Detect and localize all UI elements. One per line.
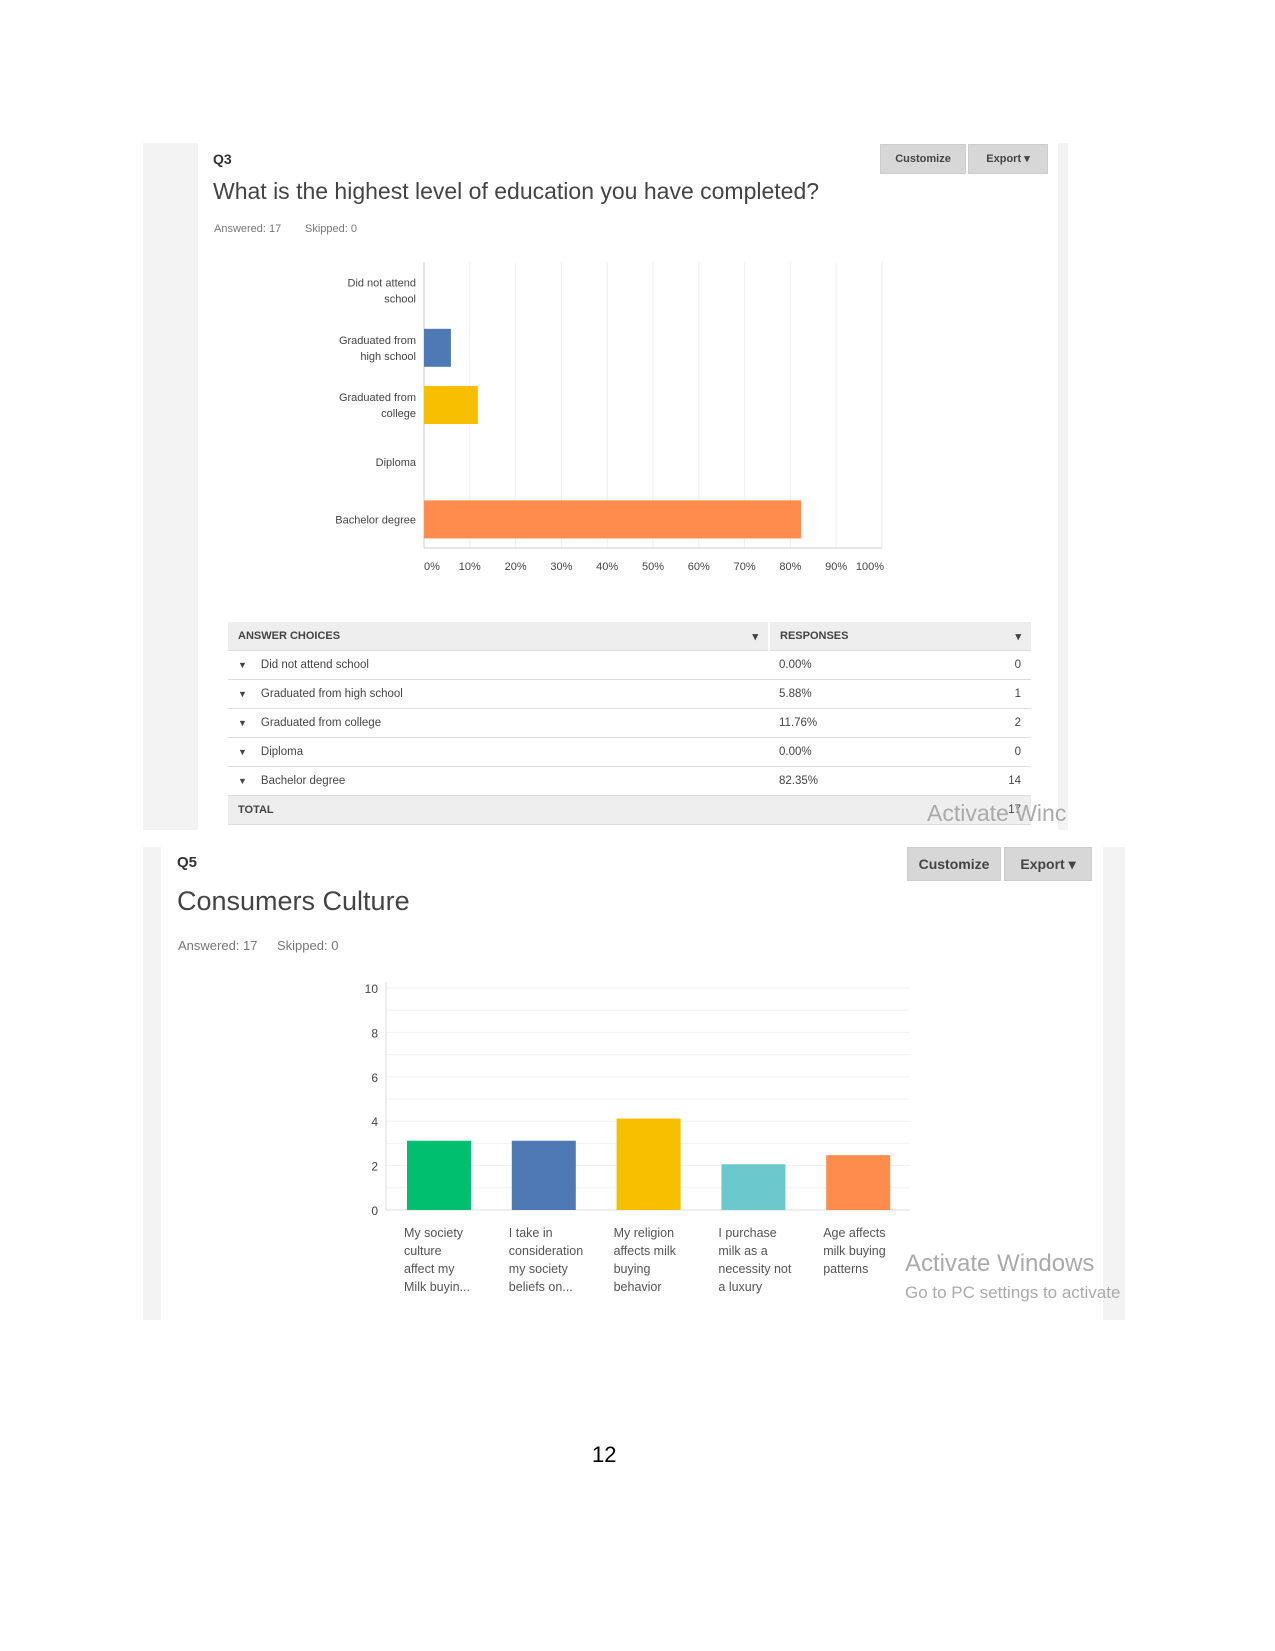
x-tick-label: 100% — [856, 561, 884, 573]
bar — [616, 1118, 681, 1210]
caret-down-icon: ▾ — [1015, 630, 1021, 643]
col-answer-choices[interactable]: ANSWER CHOICES ▾ — [228, 622, 770, 651]
bar — [826, 1155, 891, 1210]
category-label: Graduated from — [339, 392, 416, 404]
question-number: Q5 — [177, 854, 198, 871]
x-tick-label: 30% — [550, 561, 572, 573]
education-bar-chart: 0% 10% 20% 30% 40% 50% 60% 70% 80% 90% 100% Did not… — [335, 262, 884, 573]
bar — [424, 386, 478, 424]
response-count: 14 — [937, 766, 1031, 796]
answer-choice[interactable]: ▼ Diploma — [228, 737, 769, 767]
category-label: milk buying — [823, 1244, 886, 1258]
category-label: I purchase — [718, 1226, 776, 1240]
response-percent: 82.35% — [769, 766, 938, 796]
activate-watermark: Activate Windows — [905, 1250, 1095, 1277]
response-count: 0 — [937, 650, 1031, 680]
category-label: My religion — [614, 1226, 674, 1240]
category-label: milk as a — [718, 1244, 767, 1258]
category-label: I take in — [509, 1226, 553, 1240]
category-label: Graduated from — [339, 335, 416, 347]
category-label: affects milk — [614, 1244, 677, 1258]
export-button[interactable]: Export ▾ — [1004, 847, 1092, 881]
activate-watermark-sub: Go to PC settings to activate — [905, 1283, 1121, 1302]
x-tick-label: 80% — [779, 561, 801, 573]
bar — [721, 1164, 786, 1210]
table-row: ▼ Graduated from high school 5.88% 1 — [228, 679, 1031, 709]
category-label: affect my — [404, 1262, 455, 1276]
category-label: behavior — [614, 1280, 662, 1294]
document-page: Q3 Customize Export ▾ What is the highes… — [0, 0, 1275, 1651]
question-title: Consumers Culture — [177, 886, 410, 916]
x-tick-label: 10% — [459, 561, 481, 573]
category-label: buying — [614, 1262, 651, 1276]
caret-down-icon[interactable]: ▼ — [238, 660, 247, 670]
answer-choice[interactable]: ▼ Did not attend school — [228, 650, 769, 680]
y-tick-label: 4 — [371, 1115, 378, 1129]
col-responses[interactable]: RESPONSES ▾ — [769, 622, 1031, 651]
bar — [424, 500, 802, 539]
customize-button[interactable]: Customize — [907, 847, 1001, 881]
category-label: a luxury — [718, 1280, 763, 1294]
export-label: Export — [1020, 856, 1065, 872]
category-label: Age affects — [823, 1226, 885, 1240]
response-percent: 5.88% — [769, 679, 938, 709]
bar — [407, 1140, 471, 1210]
caret-down-icon[interactable]: ▼ — [238, 718, 247, 728]
caret-down-icon: ▾ — [752, 630, 758, 643]
response-percent: 0.00% — [769, 737, 938, 767]
category-label: high school — [360, 351, 416, 363]
x-tick-label: 70% — [734, 561, 756, 573]
caret-down-icon[interactable]: ▼ — [238, 689, 247, 699]
table-row: ▼ Diploma 0.00% 0 — [228, 737, 1031, 767]
category-label: Did not attend — [348, 278, 417, 290]
category-label: patterns — [823, 1262, 868, 1276]
answer-choice[interactable]: ▼ Bachelor degree — [228, 766, 769, 796]
category-label: Diploma — [376, 457, 417, 469]
y-tick-label: 0 — [371, 1204, 378, 1218]
category-label: my society — [509, 1262, 569, 1276]
y-tick-label: 6 — [371, 1071, 378, 1085]
category-label: My society — [404, 1226, 464, 1240]
activate-watermark: Activate Winc — [927, 800, 1067, 826]
answer-table: ANSWER CHOICES ▾ RESPONSES ▾ ▼ Did not atte… — [228, 622, 1031, 825]
answer-choice[interactable]: ▼ Graduated from high school — [228, 679, 769, 709]
category-label: college — [381, 408, 416, 420]
table-row: ▼ Graduated from college 11.76% 2 — [228, 708, 1031, 738]
category-label: necessity not — [718, 1262, 791, 1276]
answer-choice[interactable]: ▼ Graduated from college — [228, 708, 769, 738]
category-label: consideration — [509, 1244, 583, 1258]
bar — [424, 328, 451, 367]
total-label: TOTAL — [228, 795, 769, 825]
category-label: Bachelor degree — [335, 514, 416, 526]
x-tick-label: 90% — [825, 561, 847, 573]
page-number: 12 — [592, 1442, 617, 1467]
caret-down-icon[interactable]: ▼ — [238, 776, 247, 786]
response-percent: 11.76% — [769, 708, 938, 738]
table-row: ▼ Did not attend school 0.00% 0 — [228, 650, 1031, 680]
table-row: ▼ Bachelor degree 82.35% 14 — [228, 766, 1031, 796]
response-count: 1 — [937, 679, 1031, 709]
x-tick-label: 0% — [424, 561, 440, 573]
category-label: beliefs on... — [509, 1280, 573, 1294]
category-label: Milk buyin... — [404, 1280, 470, 1294]
x-tick-label: 40% — [596, 561, 618, 573]
category-label: school — [384, 294, 416, 306]
response-count: 0 — [937, 737, 1031, 767]
caret-down-icon[interactable]: ▼ — [238, 747, 247, 757]
x-tick-label: 60% — [688, 561, 710, 573]
y-tick-label: 8 — [371, 1026, 378, 1040]
response-count: 2 — [937, 708, 1031, 738]
response-percent: 0.00% — [769, 650, 938, 680]
y-tick-label: 2 — [371, 1160, 378, 1174]
y-tick-label: 10 — [365, 982, 379, 996]
caret-down-icon: ▾ — [1068, 856, 1076, 872]
bar — [511, 1140, 576, 1210]
x-tick-label: 50% — [642, 561, 664, 573]
category-label: culture — [404, 1244, 442, 1258]
x-tick-label: 20% — [505, 561, 527, 573]
